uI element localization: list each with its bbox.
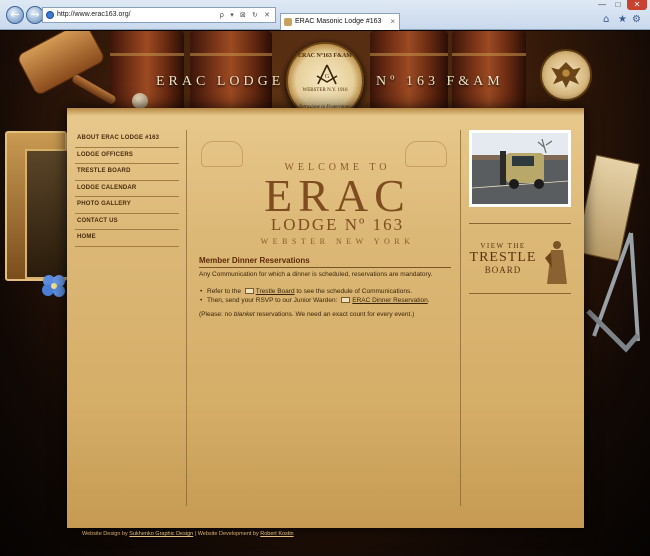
column-divider: [186, 130, 187, 506]
gear-icon[interactable]: ⚙: [632, 14, 641, 25]
column-divider: [460, 130, 461, 506]
book-decor: [190, 31, 272, 111]
footer-separator: |: [194, 531, 197, 537]
nav-item-lodge-officers[interactable]: LODGE OFFICERS: [75, 148, 179, 164]
address-tools-icon[interactable]: ρ ▾ ⊠ ↻ ✕: [220, 8, 272, 22]
sidebar-divider: [469, 223, 571, 224]
parchment-content-panel: ABOUT ERAC LODGE #163 LODGE OFFICERS TRE…: [67, 108, 584, 528]
nav-item-home[interactable]: HOME: [75, 230, 179, 247]
close-window-button[interactable]: ✕: [627, 0, 647, 10]
robert-kostin-link[interactable]: Robert Kostin: [260, 531, 293, 537]
maximize-button[interactable]: □: [610, 0, 626, 10]
portrait-decor: [25, 149, 69, 279]
nav-item-lodge-calendar[interactable]: LODGE CALENDAR: [75, 181, 179, 197]
nav-item-trestle-board[interactable]: TRESTLE BOARD: [75, 164, 179, 181]
trestle-view-label: VIEW THE: [480, 242, 526, 250]
calendar-icon: [244, 288, 254, 294]
compass-square-decor-icon: [586, 232, 640, 353]
list-item: Refer to the Trestle Board to see the sc…: [199, 287, 451, 296]
site-favicon-icon: [46, 11, 54, 19]
browser-toolbar: ← → http://www.erac163.org/ ρ ▾ ⊠ ↻ ✕ ER…: [0, 0, 650, 30]
tab-favicon-icon: [284, 18, 292, 26]
nav-item-contact-us[interactable]: CONTACT US: [75, 214, 179, 230]
bullet1-pre: Refer to the: [207, 288, 241, 295]
header-lodge-name: ERAC LODGE: [156, 74, 285, 89]
dinner-reservation-link[interactable]: ERAC Dinner Reservation: [352, 297, 428, 304]
sukhenko-design-link[interactable]: Sukhenko Graphic Design: [129, 531, 193, 537]
sidebar-divider: [469, 293, 571, 294]
double-eagle-emblem-icon: [540, 49, 592, 101]
bullet2-post: .: [427, 297, 430, 304]
nav-item-photo-gallery[interactable]: PHOTO GALLERY: [75, 197, 179, 214]
home-icon[interactable]: ⌂: [603, 14, 609, 25]
welcome-lodge-number: LODGE Nº 163: [270, 215, 405, 234]
main-content: Member Dinner Reservations Any Communica…: [199, 256, 451, 318]
note-pre: (Please: no: [199, 311, 232, 318]
note-emphasis: blanket: [233, 311, 255, 318]
page-footer: Website Design by Sukhenko Graphic Desig…: [82, 531, 294, 537]
address-url: http://www.erac163.org/: [57, 11, 131, 18]
nav-item-about[interactable]: ABOUT ERAC LODGE #163: [75, 131, 179, 148]
lodge-photo[interactable]: [469, 130, 571, 207]
view-trestle-board-banner[interactable]: VIEW THE TRESTLE BOARD: [469, 236, 571, 288]
instructions-list: Refer to the Trestle Board to see the sc…: [199, 287, 451, 305]
trestle-board-link[interactable]: Trestle Board: [256, 288, 295, 295]
svg-text:G: G: [325, 74, 330, 80]
tab-title: ERAC Masonic Lodge #163: [295, 18, 382, 25]
bullet2-pre: Then, send your RSVP to our Junior Warde…: [207, 297, 338, 304]
note-post: reservations. We need an exact count for…: [256, 311, 415, 318]
seal-top-text: ERAC Nº163 F&AM: [298, 53, 352, 59]
welcome-erac-title: ERAC: [264, 170, 411, 221]
coin-icon: [132, 93, 148, 109]
footer-design-label: Website Design by: [82, 531, 128, 537]
forget-me-not-flower-icon: [42, 275, 65, 297]
list-item: Then, send your RSVP to our Junior Warde…: [199, 296, 451, 305]
trestle-board-label: BOARD: [484, 265, 522, 275]
header-lodge-number: Nº 163 F&AM: [376, 74, 504, 89]
trestle-title: TRESTLE: [469, 250, 537, 265]
dinner-reservations-heading: Member Dinner Reservations: [199, 256, 451, 268]
back-button[interactable]: ←: [6, 6, 24, 24]
minimize-button[interactable]: —: [594, 0, 610, 10]
welcome-location: WEBSTER NEW YORK: [260, 237, 415, 246]
footer-dev-label: Website Development by: [197, 531, 259, 537]
seal-middle-text: WEBSTER N.Y. 1916: [302, 88, 348, 93]
lodge-photo-image: [472, 133, 568, 204]
robed-figure-icon: [545, 241, 567, 284]
left-navigation: ABOUT ERAC LODGE #163 LODGE OFFICERS TRE…: [75, 131, 179, 247]
bullet1-post: to see the schedule of Communications.: [296, 288, 412, 295]
address-bar[interactable]: http://www.erac163.org/ ρ ▾ ⊠ ↻ ✕: [42, 7, 276, 23]
tab-erac-lodge[interactable]: ERAC Masonic Lodge #163 ×: [280, 13, 400, 30]
book-decor: [370, 31, 448, 111]
tab-close-icon[interactable]: ×: [390, 14, 395, 29]
square-compass-icon: G: [316, 64, 338, 85]
welcome-banner: WELCOME TO ERAC LODGE Nº 163 WEBSTER NEW…: [215, 162, 460, 246]
email-icon: [341, 297, 351, 303]
book-decor: [452, 31, 526, 111]
reservation-note: (Please: no blanket reservations. We nee…: [199, 311, 451, 318]
reservations-intro: Any Communication for which a dinner is …: [199, 271, 433, 278]
favorites-star-icon[interactable]: ★: [618, 14, 627, 25]
car-parking-lot-image: [472, 133, 568, 204]
